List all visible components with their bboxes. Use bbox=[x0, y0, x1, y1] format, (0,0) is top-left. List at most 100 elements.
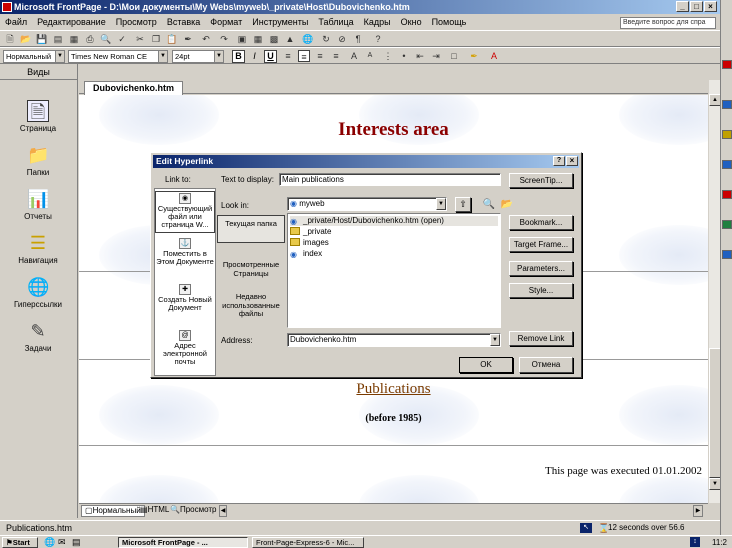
cancel-button[interactable]: Отмена bbox=[519, 357, 573, 373]
view-folders[interactable]: 📁 Папки bbox=[0, 144, 76, 177]
vertical-scrollbar[interactable]: ▲ ▼ bbox=[708, 80, 721, 503]
italic-button[interactable]: I bbox=[248, 50, 261, 63]
target-frame-button[interactable]: Target Frame... bbox=[509, 237, 573, 252]
increase-font-icon[interactable]: A bbox=[348, 50, 360, 62]
bullets-icon[interactable]: • bbox=[398, 50, 410, 62]
publish-icon[interactable]: ▤ bbox=[52, 33, 64, 45]
preview-icon[interactable]: 🔍 bbox=[100, 33, 112, 45]
undo-icon[interactable]: ↶ bbox=[200, 33, 212, 45]
cut-icon[interactable]: ✂ bbox=[134, 33, 146, 45]
place-recent-files[interactable]: Недавно использованные файлы bbox=[217, 292, 285, 319]
parameters-button[interactable]: Parameters... bbox=[509, 261, 573, 276]
bookmark-button[interactable]: Bookmark... bbox=[509, 215, 573, 230]
save-icon[interactable]: 💾 bbox=[36, 33, 48, 45]
dialog-close-button[interactable]: × bbox=[566, 156, 578, 166]
show-all-icon[interactable]: ¶ bbox=[352, 33, 364, 45]
file-row[interactable]: ◉ _private/Host/Dubovichenko.htm (open) bbox=[290, 216, 498, 226]
text-to-display-input[interactable]: Main publications bbox=[279, 173, 501, 186]
scroll-left-icon[interactable]: ◀ bbox=[219, 505, 227, 517]
style-select[interactable]: Нормальный ▼ bbox=[3, 50, 65, 63]
tab-preview[interactable]: 🔍Просмотр bbox=[167, 505, 220, 517]
style-button[interactable]: Style... bbox=[509, 283, 573, 298]
insert-table-icon[interactable]: ▦ bbox=[252, 33, 264, 45]
shortcut-icon[interactable] bbox=[722, 60, 732, 69]
close-button[interactable]: × bbox=[704, 1, 717, 12]
ask-question-box[interactable]: Введите вопрос для спра bbox=[620, 17, 716, 29]
screentip-button[interactable]: ScreenTip... bbox=[509, 173, 573, 188]
highlight-icon[interactable]: ✒ bbox=[468, 50, 480, 62]
file-row[interactable]: images bbox=[290, 238, 329, 248]
font-select[interactable]: Times New Roman CE ▼ bbox=[68, 50, 168, 63]
tab-dubovichenko[interactable]: Dubovichenko.htm bbox=[84, 81, 184, 95]
view-page[interactable]: 🗎 Страница bbox=[0, 100, 76, 133]
increase-indent-icon[interactable]: ⇥ bbox=[430, 50, 442, 62]
folder-list-icon[interactable]: ▦ bbox=[68, 33, 80, 45]
file-row[interactable]: ◉ index bbox=[290, 249, 322, 259]
view-reports[interactable]: 📊 Отчеты bbox=[0, 188, 76, 221]
spelling-icon[interactable]: ✓ bbox=[116, 33, 128, 45]
task-express[interactable]: Front-Page-Express-6 - Mic... bbox=[252, 537, 364, 548]
underline-button[interactable]: U bbox=[264, 50, 277, 63]
new-page-icon[interactable]: 🗎 bbox=[4, 33, 16, 45]
start-button[interactable]: ⚑Start bbox=[2, 537, 38, 548]
font-color-icon[interactable]: A bbox=[488, 50, 500, 62]
view-hyperlinks[interactable]: 🌐 Гиперссылки bbox=[0, 276, 76, 309]
shortcut-icon[interactable] bbox=[722, 250, 732, 259]
place-browsed-pages[interactable]: Просмотренные Страницы bbox=[217, 260, 285, 278]
shortcut-icon[interactable] bbox=[722, 190, 732, 199]
link-existing-file[interactable]: ◉ Существующий файл или страница W... bbox=[155, 191, 215, 233]
size-select[interactable]: 24pt ▼ bbox=[172, 50, 224, 63]
task-frontpage[interactable]: Microsoft FrontPage - ... bbox=[118, 537, 248, 548]
quicklaunch-outlook-icon[interactable]: ✉ bbox=[58, 537, 66, 548]
view-tasks[interactable]: ✎ Задачи bbox=[0, 320, 76, 353]
shortcut-icon[interactable] bbox=[722, 220, 732, 229]
tab-normal[interactable]: ▢Нормальный bbox=[81, 505, 145, 517]
file-row[interactable]: _private bbox=[290, 227, 331, 237]
up-folder-button[interactable]: ⇧ bbox=[455, 197, 471, 212]
help-icon[interactable]: ? bbox=[372, 33, 384, 45]
menu-help[interactable]: Помощь bbox=[432, 17, 467, 27]
remove-link-button[interactable]: Remove Link bbox=[509, 331, 573, 346]
justify-icon[interactable]: ≡ bbox=[330, 50, 342, 62]
menu-view[interactable]: Просмотр bbox=[116, 17, 157, 27]
open-icon[interactable]: 📂 bbox=[20, 33, 32, 45]
scroll-right-icon[interactable]: ▶ bbox=[693, 505, 703, 517]
menu-window[interactable]: Окно bbox=[401, 17, 422, 27]
menu-edit[interactable]: Редактирование bbox=[37, 17, 106, 27]
ok-button[interactable]: OK bbox=[459, 357, 513, 373]
page-heading[interactable]: Interests area bbox=[79, 119, 708, 141]
borders-icon[interactable]: □ bbox=[448, 50, 460, 62]
numbering-icon[interactable]: ⋮ bbox=[382, 50, 394, 62]
browse-file-icon[interactable]: 📂 bbox=[499, 197, 515, 212]
view-navigation[interactable]: ☰ Навигация bbox=[0, 232, 76, 265]
web-component-icon[interactable]: ▣ bbox=[236, 33, 248, 45]
drawing-icon[interactable]: ▲ bbox=[284, 33, 296, 45]
copy-icon[interactable]: ❐ bbox=[150, 33, 162, 45]
menu-tools[interactable]: Инструменты bbox=[252, 17, 308, 27]
bold-button[interactable]: B bbox=[232, 50, 245, 63]
refresh-icon[interactable]: ↻ bbox=[320, 33, 332, 45]
format-painter-icon[interactable]: ✒ bbox=[182, 33, 194, 45]
align-left-icon[interactable]: ≡ bbox=[282, 50, 294, 62]
quicklaunch-desktop-icon[interactable]: ▤ bbox=[72, 537, 81, 548]
align-right-icon[interactable]: ≡ bbox=[314, 50, 326, 62]
print-icon[interactable]: ⎙ bbox=[84, 33, 96, 45]
look-in-select[interactable]: ◉ myweb ▼ bbox=[287, 197, 447, 211]
menu-format[interactable]: Формат bbox=[210, 17, 242, 27]
dialog-help-button[interactable]: ? bbox=[553, 156, 565, 166]
link-new-document[interactable]: ✚ Создать Новый Документ bbox=[155, 283, 215, 312]
paste-icon[interactable]: 📋 bbox=[166, 33, 178, 45]
tray-network-icon[interactable]: ↕ bbox=[690, 537, 700, 547]
insert-picture-icon[interactable]: ▩ bbox=[268, 33, 280, 45]
maximize-icon[interactable]: □ bbox=[690, 1, 703, 12]
quicklaunch-ie-icon[interactable]: 🌐 bbox=[44, 537, 55, 548]
link-place-in-document[interactable]: ⚓ Поместить в Этом Документе bbox=[155, 237, 215, 266]
browse-web-icon[interactable]: 🔍 bbox=[481, 197, 497, 212]
minimize-button[interactable]: _ bbox=[676, 1, 689, 12]
shortcut-icon[interactable] bbox=[722, 130, 732, 139]
menu-file[interactable]: Файл bbox=[5, 17, 27, 27]
publications-link[interactable]: Publications bbox=[79, 381, 708, 398]
menu-frames[interactable]: Кадры bbox=[364, 17, 391, 27]
decrease-indent-icon[interactable]: ⇤ bbox=[414, 50, 426, 62]
decrease-font-icon[interactable]: A bbox=[364, 50, 376, 62]
